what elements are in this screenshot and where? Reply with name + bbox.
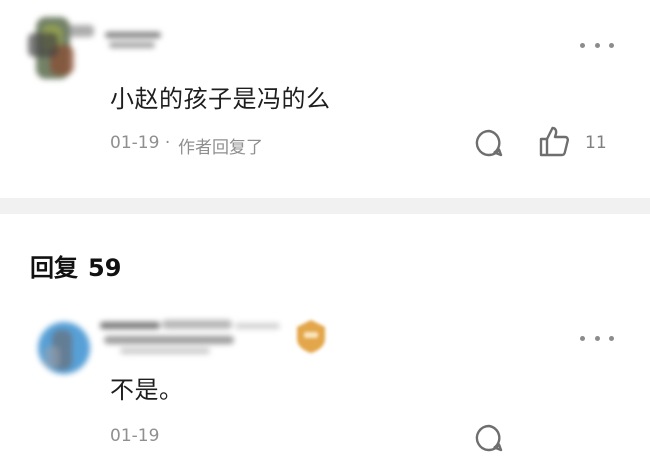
comment-bubble-icon[interactable] [474, 128, 504, 158]
comment-text: 小赵的孩子是冯的么 [110, 85, 331, 113]
section-divider [0, 198, 650, 214]
avatar[interactable] [28, 15, 98, 85]
more-options-button[interactable] [580, 334, 614, 342]
author-replied-link[interactable]: 作者回复了 [178, 133, 263, 158]
comment-meta: 01-19 · [110, 133, 170, 153]
more-dots-icon [580, 335, 585, 341]
reply-text: 不是。 [110, 376, 184, 404]
replies-header: 回复 59 [30, 248, 121, 283]
avatar[interactable] [34, 318, 96, 380]
badge-icon [297, 320, 325, 353]
comment-date: 01-19 [110, 133, 160, 153]
more-dots-icon [580, 42, 585, 48]
replies-label: 回复 [30, 254, 78, 282]
more-options-button[interactable] [580, 41, 614, 49]
username-blurred[interactable] [100, 318, 285, 358]
username-blurred[interactable] [105, 30, 163, 52]
reply-date: 01-19 [110, 426, 160, 446]
like-count: 11 [585, 133, 607, 153]
thumbs-up-icon[interactable] [537, 124, 571, 158]
replies-count: 59 [88, 254, 122, 282]
comment-bubble-icon[interactable] [474, 423, 504, 453]
meta-separator: · [164, 133, 171, 153]
